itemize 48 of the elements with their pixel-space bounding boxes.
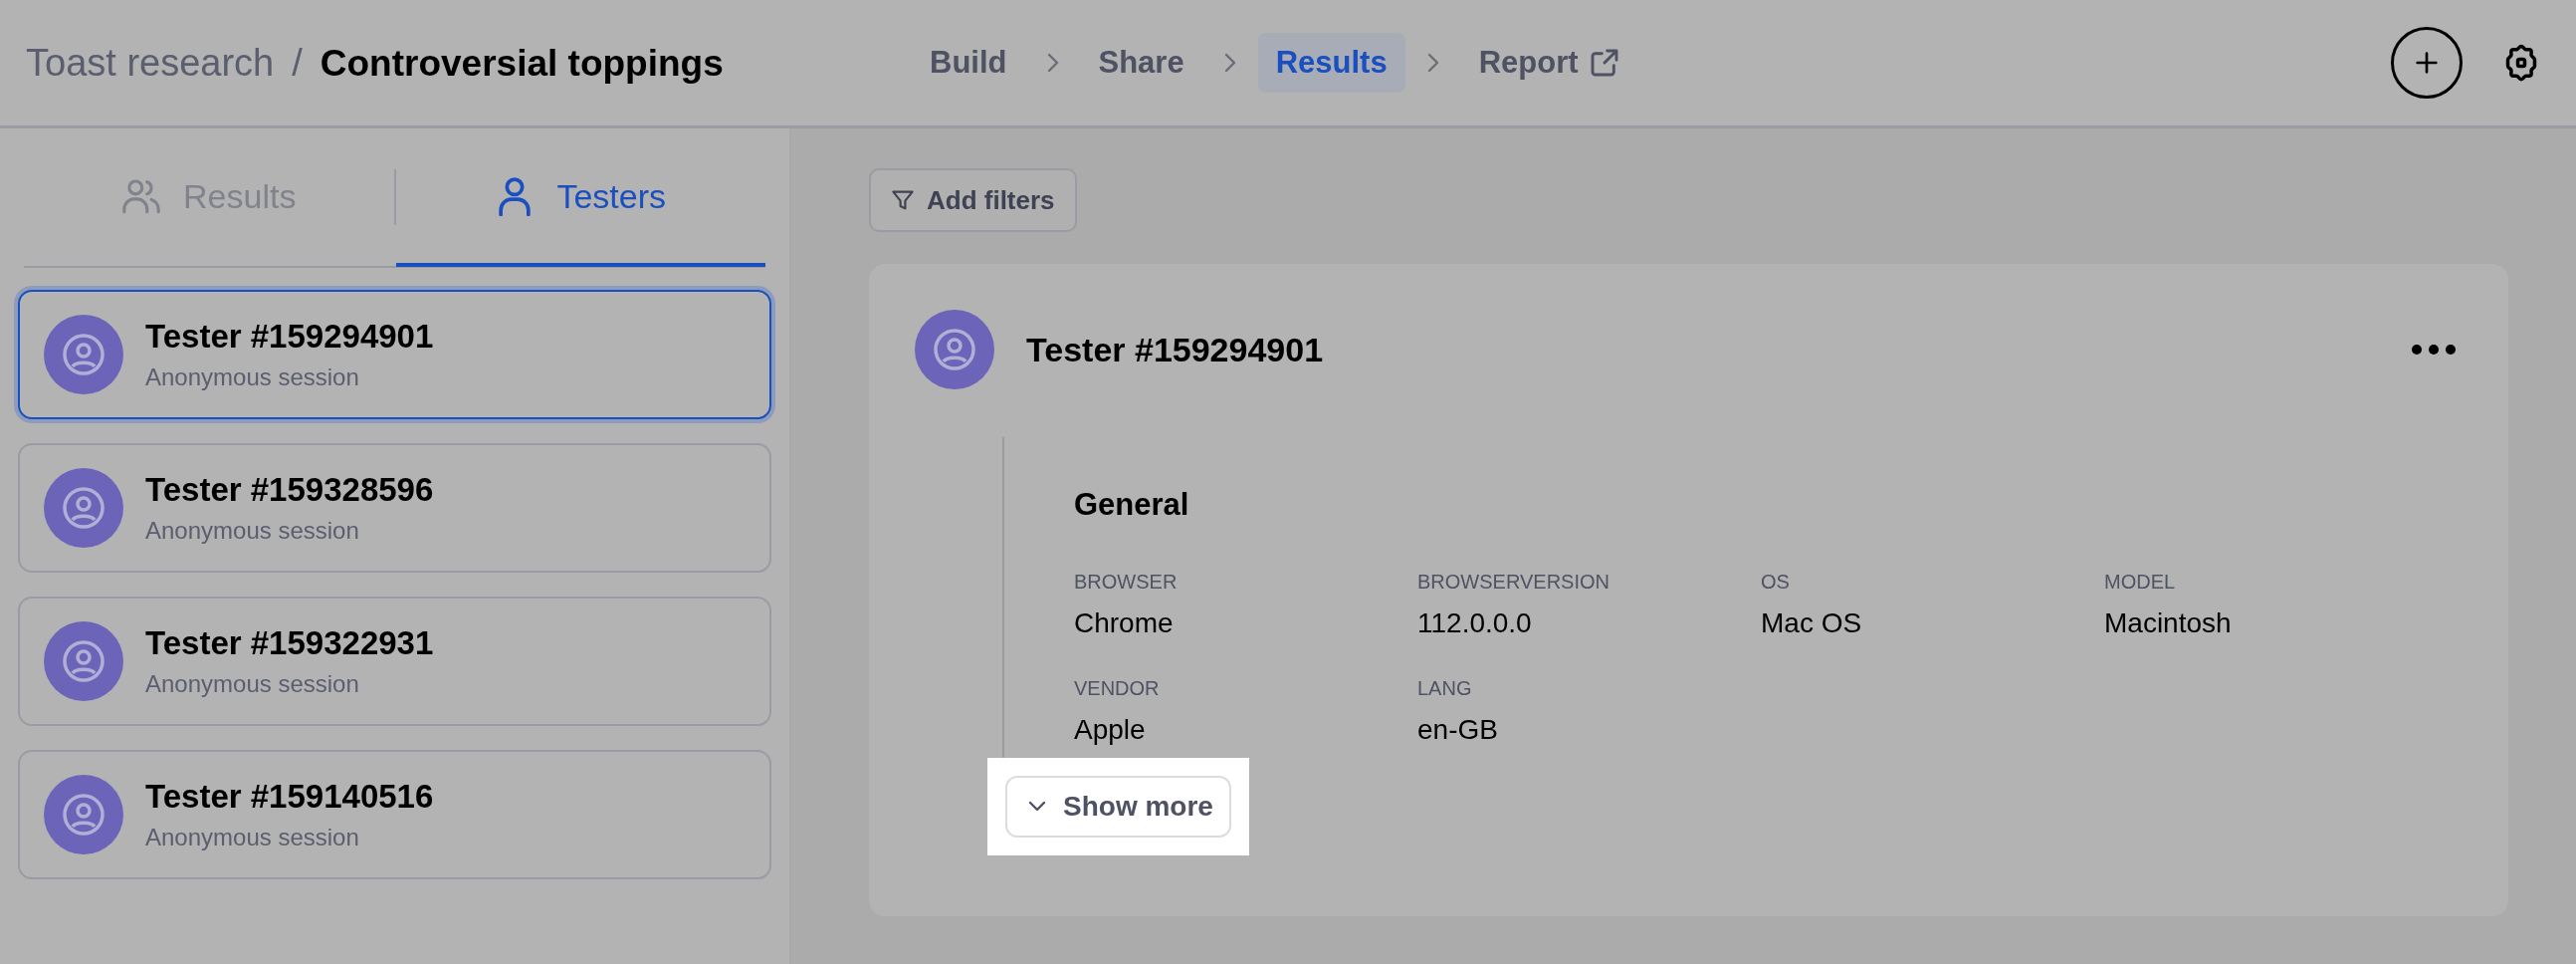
chevron-down-icon: [1027, 801, 1047, 813]
avatar-icon: [44, 621, 123, 701]
chevron-right-icon: [1223, 53, 1236, 73]
avatar-icon: [44, 315, 123, 394]
field-label: LANG: [1417, 677, 1473, 700]
more-options-icon[interactable]: [2411, 344, 2457, 356]
session-label: Anonymous session: [145, 517, 360, 545]
field-label: OS: [1761, 571, 1791, 594]
session-label: Anonymous session: [145, 363, 360, 391]
chevron-right-icon: [1426, 53, 1439, 73]
field-value: Chrome: [1074, 607, 1175, 639]
step-tab[interactable]: Report: [1460, 33, 1638, 93]
breadcrumb-link[interactable]: Toast research: [26, 41, 275, 85]
breadcrumb-separator: /: [292, 41, 303, 85]
avatar-icon: [44, 775, 123, 854]
session-label: Anonymous session: [145, 670, 360, 698]
tester-name: Tester #159294901: [145, 318, 434, 356]
avatar-icon: [44, 468, 123, 548]
tester-name: Tester #159322931: [145, 624, 434, 662]
tester-name: Tester #159328596: [145, 471, 434, 509]
tester-card[interactable]: Tester #159328596 Anonymous session: [18, 443, 771, 573]
field-value: Macintosh: [2104, 607, 2233, 639]
chevron-right-icon: [1046, 53, 1059, 73]
step-tab[interactable]: Results: [1257, 33, 1405, 93]
tester-card[interactable]: Tester #159322931 Anonymous session: [18, 597, 771, 726]
field-label: BROWSERVERSION: [1417, 571, 1610, 594]
tester-title: Tester #159294901: [1026, 330, 1324, 369]
field-value: 112.0.0.0: [1417, 607, 1533, 639]
step-tab[interactable]: Share: [1080, 33, 1202, 93]
sidebar-tab[interactable]: Testers: [395, 129, 765, 267]
tester-card[interactable]: Tester #159140516 Anonymous session: [18, 750, 771, 879]
tester-name: Tester #159140516: [145, 778, 434, 816]
add-filters-button[interactable]: Add filters: [869, 168, 1077, 232]
show-more-button[interactable]: Show more: [1005, 776, 1231, 838]
field-value: Apple: [1074, 714, 1147, 746]
section-heading: General: [1074, 487, 1190, 523]
field-value: en-GB: [1417, 714, 1499, 746]
field-value: Mac OS: [1761, 607, 1863, 639]
add-button[interactable]: [2391, 27, 2463, 99]
field-label: BROWSER: [1074, 571, 1179, 594]
page-title: Controversial toppings: [320, 42, 724, 85]
session-label: Anonymous session: [145, 824, 360, 851]
filter-icon: [891, 188, 915, 212]
avatar-icon: [915, 310, 994, 389]
people-icon: [121, 176, 162, 216]
field-label: MODEL: [2104, 571, 2177, 594]
field-label: VENDOR: [1074, 677, 1161, 700]
step-tab[interactable]: Build: [912, 33, 1025, 93]
